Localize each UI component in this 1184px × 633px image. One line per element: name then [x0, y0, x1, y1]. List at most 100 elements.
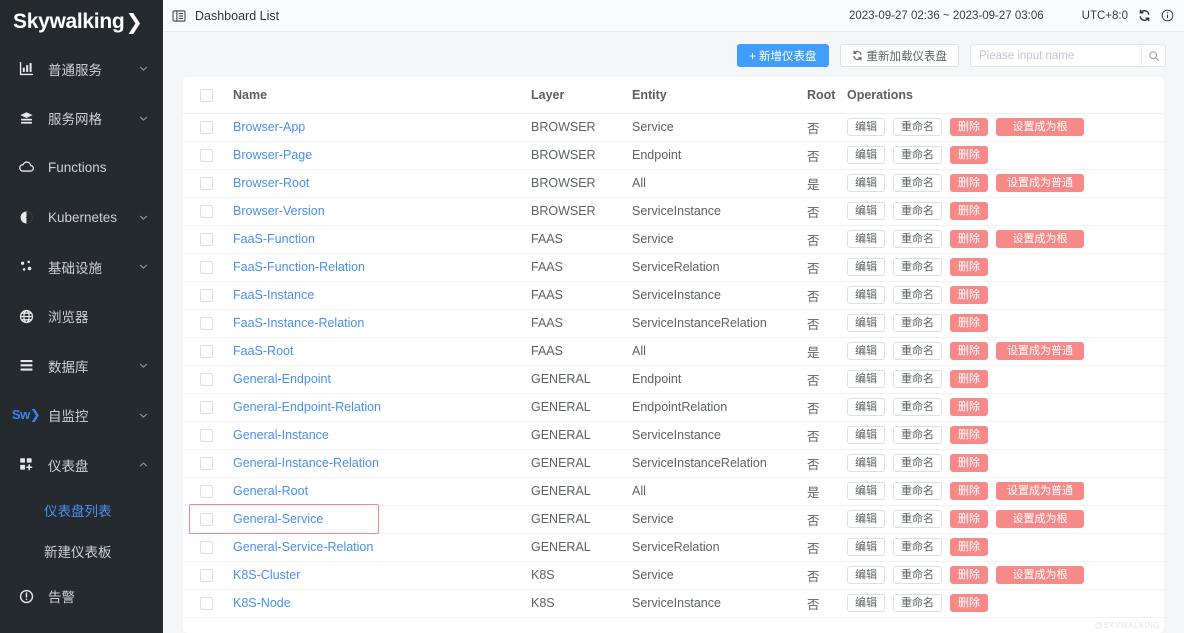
rename-button[interactable]: 重命名: [893, 370, 942, 388]
delete-button[interactable]: 删除: [950, 118, 988, 136]
rename-button[interactable]: 重命名: [893, 510, 942, 528]
search-input[interactable]: [971, 45, 1141, 66]
delete-button[interactable]: 删除: [950, 510, 988, 528]
new-dashboard-button[interactable]: + 新增仪表盘: [737, 44, 829, 67]
sidebar-item-alarm[interactable]: 告警: [0, 572, 163, 622]
skywalking-logo[interactable]: Skywalking ❯: [0, 0, 163, 44]
edit-button[interactable]: 编辑: [847, 286, 885, 304]
dashboard-name-link[interactable]: Browser-Version: [233, 204, 325, 218]
sidebar-item-浏览器[interactable]: 浏览器: [0, 292, 163, 342]
dashboard-name-link[interactable]: General-Endpoint-Relation: [233, 400, 381, 414]
edit-button[interactable]: 编辑: [847, 594, 885, 612]
rename-button[interactable]: 重命名: [893, 566, 942, 584]
edit-button[interactable]: 编辑: [847, 398, 885, 416]
sidebar-subitem-dashboard-list[interactable]: 仪表盘列表: [0, 490, 163, 531]
row-checkbox[interactable]: [200, 261, 213, 275]
rename-button[interactable]: 重命名: [893, 174, 942, 192]
edit-button[interactable]: 编辑: [847, 202, 885, 220]
dashboard-name-link[interactable]: K8S-Node: [233, 596, 291, 610]
sidebar-item-仪表盘[interactable]: 仪表盘: [0, 440, 163, 490]
rename-button[interactable]: 重命名: [893, 202, 942, 220]
sidebar-subitem-new-dashboard[interactable]: 新建仪表板: [0, 531, 163, 572]
dashboard-name-link[interactable]: General-Instance-Relation: [233, 456, 379, 470]
row-checkbox[interactable]: [200, 401, 213, 415]
delete-button[interactable]: 删除: [950, 202, 988, 220]
delete-button[interactable]: 删除: [950, 258, 988, 276]
rename-button[interactable]: 重命名: [893, 482, 942, 500]
edit-button[interactable]: 编辑: [847, 538, 885, 556]
sidebar-item-kubernetes[interactable]: Kubernetes: [0, 193, 163, 243]
edit-button[interactable]: 编辑: [847, 510, 885, 528]
row-checkbox[interactable]: [200, 121, 213, 135]
chevron-down-icon[interactable]: [137, 63, 149, 75]
chevron-down-icon[interactable]: [137, 360, 149, 372]
delete-button[interactable]: 删除: [950, 342, 988, 360]
sidebar-item-settings[interactable]: 设置: [0, 621, 163, 633]
rename-button[interactable]: 重命名: [893, 342, 942, 360]
rename-button[interactable]: 重命名: [893, 426, 942, 444]
refresh-icon[interactable]: [1137, 9, 1151, 23]
delete-button[interactable]: 删除: [950, 174, 988, 192]
chevron-down-icon[interactable]: [137, 112, 149, 124]
row-checkbox[interactable]: [200, 429, 213, 443]
row-checkbox[interactable]: [200, 513, 213, 527]
set-normal-button[interactable]: 设置成为普通: [996, 342, 1084, 360]
search-icon[interactable]: [1141, 45, 1165, 66]
sidebar-item-基础设施[interactable]: 基础设施: [0, 242, 163, 292]
dashboard-name-link[interactable]: Browser-App: [233, 120, 305, 134]
edit-button[interactable]: 编辑: [847, 314, 885, 332]
set-normal-button[interactable]: 设置成为普通: [996, 482, 1084, 500]
row-checkbox[interactable]: [200, 597, 213, 611]
edit-button[interactable]: 编辑: [847, 370, 885, 388]
chevron-down-icon[interactable]: [137, 261, 149, 273]
dashboard-name-link[interactable]: Browser-Page: [233, 148, 312, 162]
select-all-checkbox[interactable]: [200, 88, 213, 102]
rename-button[interactable]: 重命名: [893, 118, 942, 136]
sidebar-item-服务网格[interactable]: 服务网格: [0, 94, 163, 144]
rename-button[interactable]: 重命名: [893, 258, 942, 276]
delete-button[interactable]: 删除: [950, 230, 988, 248]
set-normal-button[interactable]: 设置成为普通: [996, 174, 1084, 192]
set-root-button[interactable]: 设置成为根: [996, 118, 1084, 136]
row-checkbox[interactable]: [200, 457, 213, 471]
delete-button[interactable]: 删除: [950, 454, 988, 472]
sidebar-item-自监控[interactable]: Sw❯ 自监控: [0, 391, 163, 441]
delete-button[interactable]: 删除: [950, 286, 988, 304]
row-checkbox[interactable]: [200, 177, 213, 191]
row-checkbox[interactable]: [200, 205, 213, 219]
edit-button[interactable]: 编辑: [847, 342, 885, 360]
chevron-down-icon[interactable]: [137, 409, 149, 421]
edit-button[interactable]: 编辑: [847, 230, 885, 248]
edit-button[interactable]: 编辑: [847, 146, 885, 164]
edit-button[interactable]: 编辑: [847, 566, 885, 584]
delete-button[interactable]: 删除: [950, 398, 988, 416]
delete-button[interactable]: 删除: [950, 370, 988, 388]
dashboard-name-link[interactable]: FaaS-Function-Relation: [233, 260, 365, 274]
delete-button[interactable]: 删除: [950, 426, 988, 444]
rename-button[interactable]: 重命名: [893, 230, 942, 248]
chevron-down-icon[interactable]: [137, 211, 149, 223]
dashboard-name-link[interactable]: FaaS-Instance: [233, 288, 314, 302]
row-checkbox[interactable]: [200, 289, 213, 303]
row-checkbox[interactable]: [200, 233, 213, 247]
rename-button[interactable]: 重命名: [893, 398, 942, 416]
dashboard-name-link[interactable]: General-Instance: [233, 428, 329, 442]
edit-button[interactable]: 编辑: [847, 426, 885, 444]
rename-button[interactable]: 重命名: [893, 146, 942, 164]
sidebar-item-functions[interactable]: Functions: [0, 143, 163, 193]
sidebar-item-普通服务[interactable]: 普通服务: [0, 44, 163, 94]
set-root-button[interactable]: 设置成为根: [996, 566, 1084, 584]
rename-button[interactable]: 重命名: [893, 538, 942, 556]
row-checkbox[interactable]: [200, 373, 213, 387]
reload-dashboard-button[interactable]: 重新加载仪表盘: [839, 44, 959, 67]
row-checkbox[interactable]: [200, 317, 213, 331]
column-header-entity[interactable]: Entity: [632, 77, 807, 114]
delete-button[interactable]: 删除: [950, 538, 988, 556]
dashboard-name-link[interactable]: FaaS-Instance-Relation: [233, 316, 364, 330]
chevron-up-icon[interactable]: [137, 459, 149, 471]
delete-button[interactable]: 删除: [950, 314, 988, 332]
column-header-name[interactable]: Name: [233, 77, 531, 114]
sidebar-item-数据库[interactable]: 数据库: [0, 341, 163, 391]
rename-button[interactable]: 重命名: [893, 286, 942, 304]
edit-button[interactable]: 编辑: [847, 482, 885, 500]
